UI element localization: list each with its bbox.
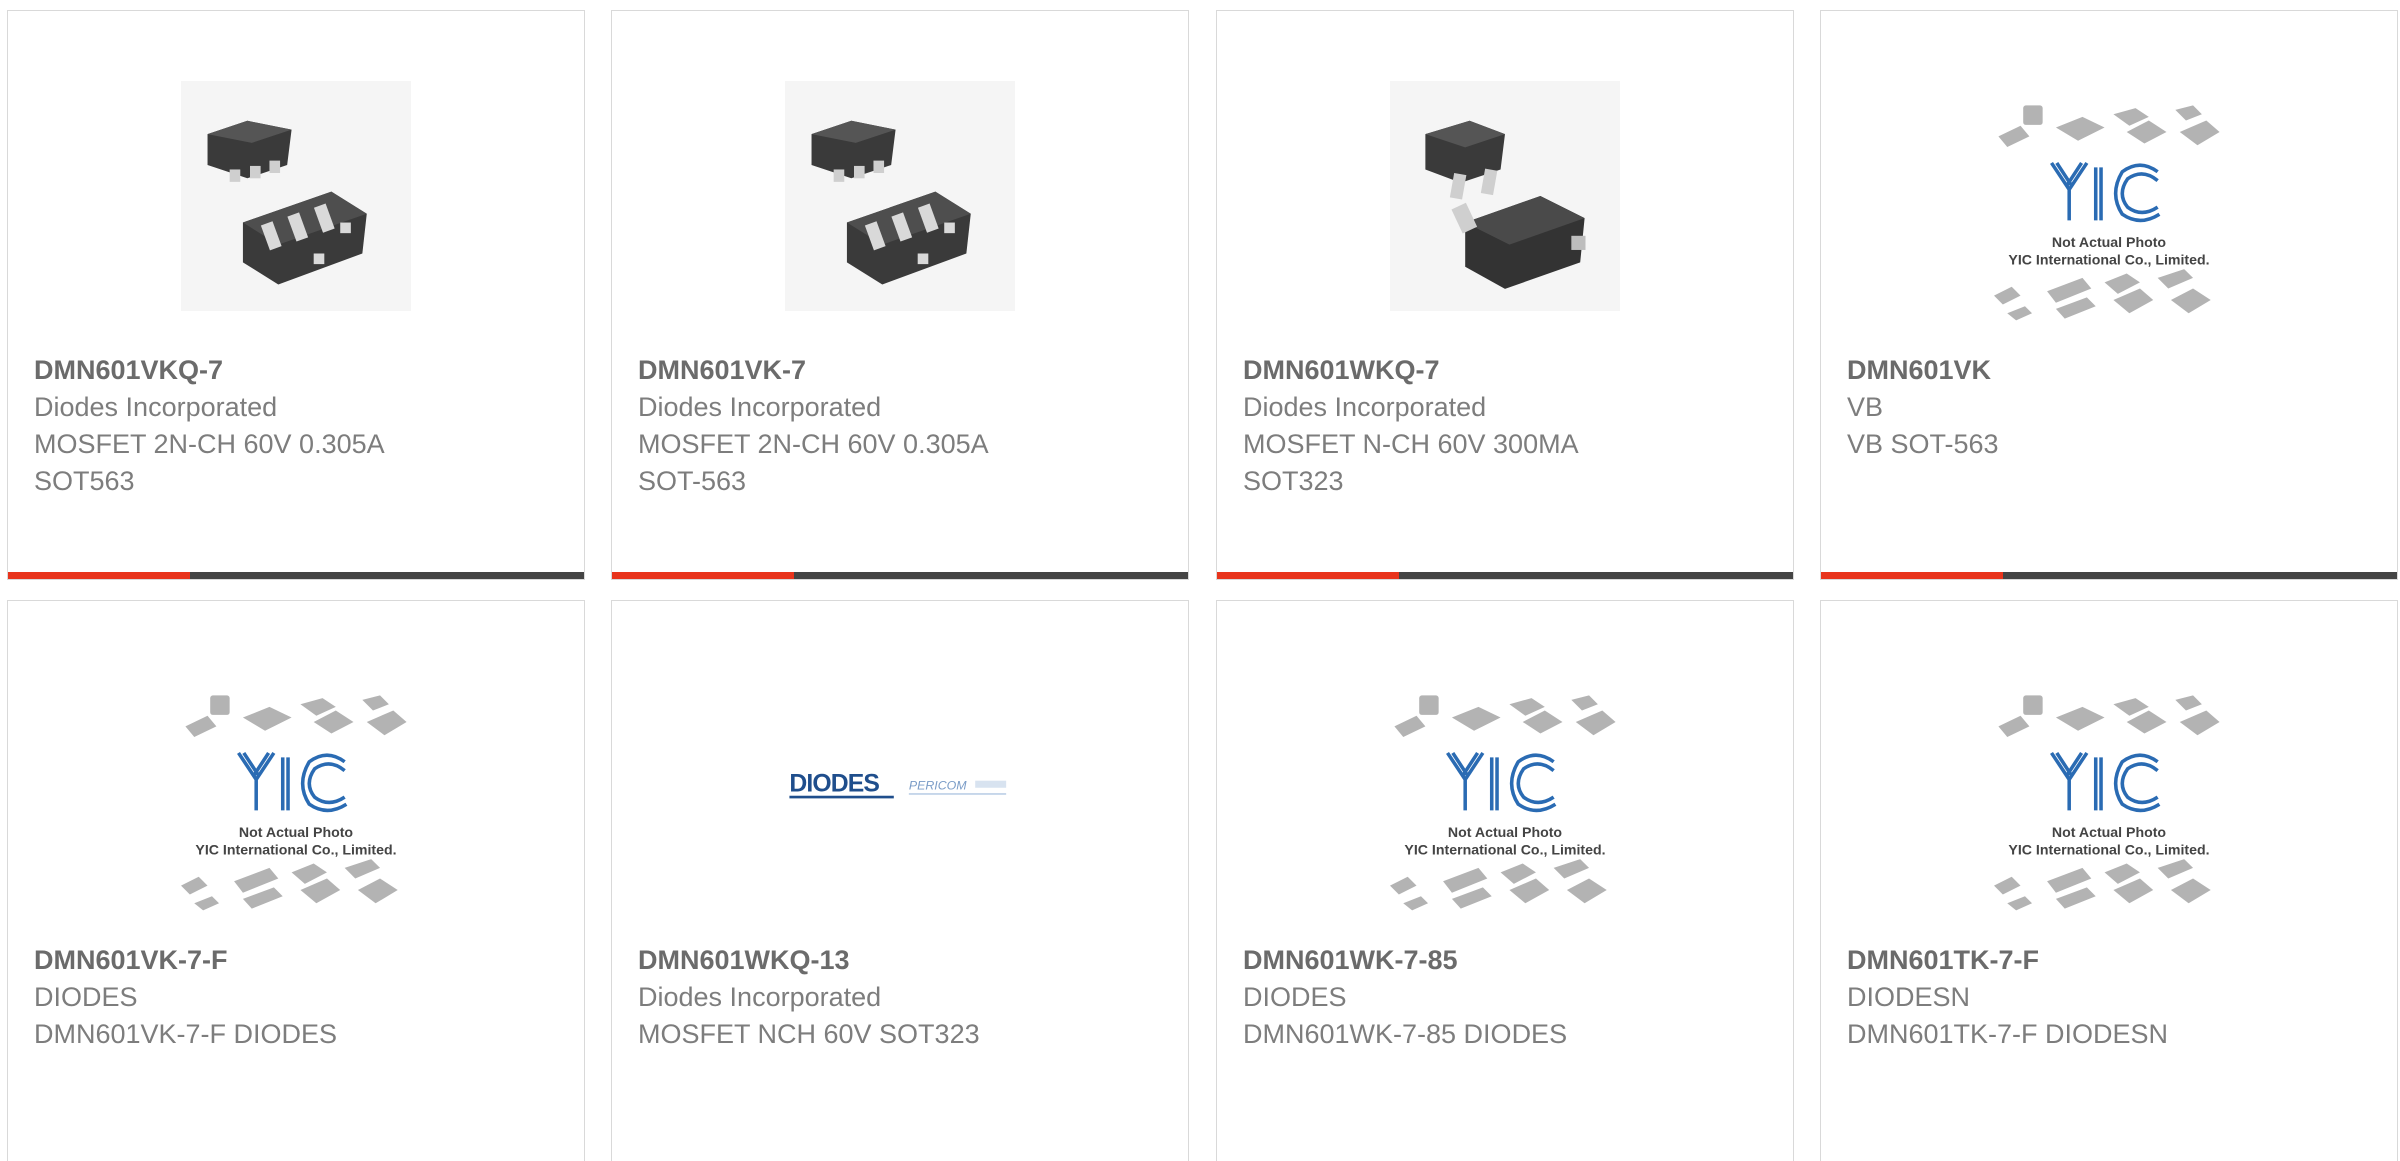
- part-number[interactable]: DMN601VK: [1847, 351, 2377, 389]
- placeholder-photo-icon[interactable]: [1964, 101, 2254, 331]
- card-footer-accent: [612, 572, 794, 579]
- description: VB SOT-563: [1847, 429, 1999, 459]
- description: DMN601VK-7-F DIODES: [34, 1019, 338, 1049]
- product-card[interactable]: DMN601WKQ-7 Diodes Incorporated MOSFET N…: [1216, 10, 1794, 580]
- description: MOSFET N-CH 60V 300MA: [1243, 429, 1579, 459]
- product-card[interactable]: DMN601VKQ-7 Diodes Incorporated MOSFET 2…: [7, 10, 585, 580]
- card-footer-accent: [8, 572, 190, 579]
- placeholder-photo-icon[interactable]: [151, 691, 441, 921]
- card-footer-bar: [612, 572, 1188, 579]
- part-number[interactable]: DMN601TK-7-F: [1847, 941, 2377, 979]
- placeholder-photo-icon[interactable]: [1964, 691, 2254, 921]
- manufacturer: DIODES: [1243, 982, 1347, 1012]
- product-card[interactable]: DMN601VK-7-F DIODES DMN601VK-7-F DIODES: [7, 600, 585, 1161]
- sot563-package-icon[interactable]: [166, 81, 426, 311]
- product-card[interactable]: DMN601VK VB VB SOT-563: [1820, 10, 2398, 580]
- manufacturer: Diodes Incorporated: [1243, 392, 1487, 422]
- card-footer-bar: [8, 572, 584, 579]
- description: SOT323: [1243, 466, 1344, 496]
- description: SOT-563: [638, 466, 747, 496]
- part-number[interactable]: DMN601VK-7: [638, 351, 1168, 389]
- description: MOSFET 2N-CH 60V 0.305A: [34, 429, 385, 459]
- part-number[interactable]: DMN601VK-7-F: [34, 941, 564, 979]
- manufacturer: Diodes Incorporated: [34, 392, 278, 422]
- part-number[interactable]: DMN601WK-7-85: [1243, 941, 1773, 979]
- sot323-package-icon[interactable]: [1375, 81, 1635, 311]
- manufacturer: DIODES: [34, 982, 138, 1012]
- part-number[interactable]: DMN601WKQ-13: [638, 941, 1168, 979]
- product-card[interactable]: DMN601WK-7-85 DIODES DMN601WK-7-85 DIODE…: [1216, 600, 1794, 1161]
- card-footer-accent: [1217, 572, 1399, 579]
- card-footer-bar: [1821, 572, 2397, 579]
- description: MOSFET NCH 60V SOT323: [638, 1019, 980, 1049]
- manufacturer: VB: [1847, 392, 1884, 422]
- manufacturer: Diodes Incorporated: [638, 392, 882, 422]
- description: MOSFET 2N-CH 60V 0.305A: [638, 429, 989, 459]
- part-number[interactable]: DMN601WKQ-7: [1243, 351, 1773, 389]
- sot563-package-icon[interactable]: [770, 81, 1030, 311]
- product-grid: DMN601VKQ-7 Diodes Incorporated MOSFET 2…: [0, 0, 2400, 1161]
- product-card[interactable]: DMN601TK-7-F DIODESN DMN601TK-7-F DIODES…: [1820, 600, 2398, 1161]
- placeholder-photo-icon[interactable]: [1360, 691, 1650, 921]
- manufacturer: Diodes Incorporated: [638, 982, 882, 1012]
- product-card[interactable]: DMN601WKQ-13 Diodes Incorporated MOSFET …: [611, 600, 1189, 1161]
- card-footer-bar: [1217, 572, 1793, 579]
- card-footer-accent: [1821, 572, 2003, 579]
- description: SOT563: [34, 466, 135, 496]
- product-card[interactable]: DMN601VK-7 Diodes Incorporated MOSFET 2N…: [611, 10, 1189, 580]
- description: DMN601TK-7-F DIODESN: [1847, 1019, 2169, 1049]
- description: DMN601WK-7-85 DIODES: [1243, 1019, 1568, 1049]
- part-number[interactable]: DMN601VKQ-7: [34, 351, 564, 389]
- diodes-pericom-logo-icon[interactable]: [770, 671, 1030, 901]
- manufacturer: DIODESN: [1847, 982, 1971, 1012]
